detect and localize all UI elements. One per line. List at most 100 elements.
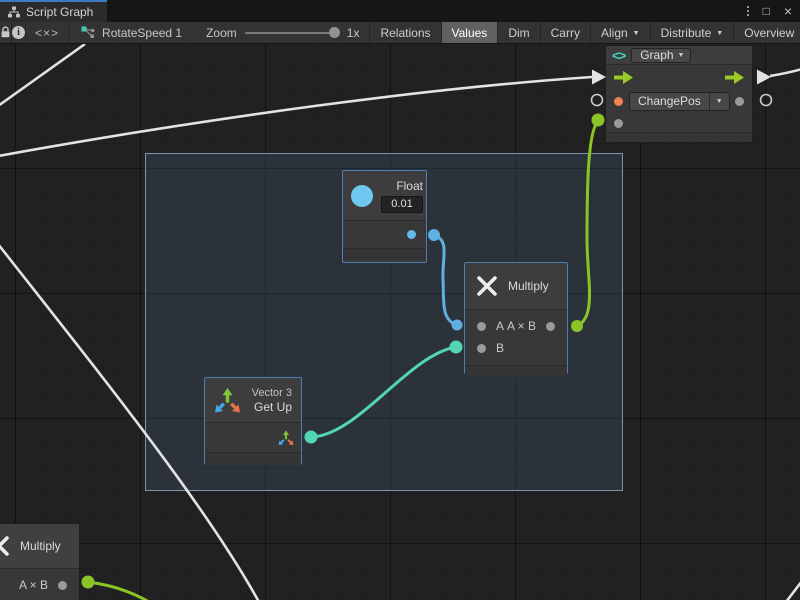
flow-arrow-right <box>757 70 771 85</box>
zoom-label: Zoom <box>206 26 237 40</box>
node-title: Vector 3 <box>252 387 292 399</box>
distribute-button[interactable]: Distribute ▼ <box>650 22 734 43</box>
relations-button[interactable]: Relations <box>369 22 440 43</box>
input-port-a[interactable] <box>477 322 486 331</box>
zoom-value: 1x <box>347 26 360 40</box>
node-body <box>343 221 426 249</box>
node-title: Multiply <box>508 279 549 293</box>
port-out-label: A × B <box>19 578 48 592</box>
wire-green-bottom <box>88 582 149 600</box>
overview-label: Overview <box>744 26 794 40</box>
graph-dropdown[interactable]: Graph ▼ <box>631 48 691 63</box>
values-button[interactable]: Values <box>441 22 498 43</box>
node-footer <box>343 249 426 260</box>
dim-button[interactable]: Dim <box>497 22 539 43</box>
script-graph-icon <box>8 6 20 18</box>
carry-label: Carry <box>551 26 580 40</box>
graph-code-icon: <> <box>612 48 625 63</box>
node-header: Multiply <box>0 524 79 569</box>
node-multiply[interactable]: Multiply A A × B B <box>464 262 568 374</box>
graph-breadcrumb[interactable]: RotateSpeed 1 <box>69 22 192 43</box>
caret-down-icon: ▼ <box>678 49 691 62</box>
float-output-port[interactable] <box>407 230 416 239</box>
vector3-icon <box>214 387 241 414</box>
node-footer <box>205 453 301 465</box>
tab-title: Script Graph <box>26 5 93 19</box>
values-label: Values <box>452 26 488 40</box>
node-float[interactable]: Float 0.01 <box>342 170 427 263</box>
port-circle-right <box>761 95 772 106</box>
flow-input-arrow-icon[interactable] <box>614 71 633 84</box>
node-body: ChangePos ▼ <box>606 65 752 133</box>
wire-end-dot-green <box>82 576 95 589</box>
port-b-label: B <box>496 341 504 355</box>
graph-dropdown-label: Graph <box>632 48 677 62</box>
node-header: <> Graph ▼ <box>606 46 752 65</box>
float-icon <box>351 185 373 207</box>
vector3-output-port[interactable] <box>278 430 294 446</box>
code-view-button[interactable]: <×> <box>26 22 69 43</box>
dim-label: Dim <box>508 26 529 40</box>
node-graph-icon <box>81 26 95 40</box>
node-header: Float 0.01 <box>343 171 426 221</box>
close-icon[interactable]: × <box>784 3 792 19</box>
node-multiply-2[interactable]: Multiply A A × B <box>0 523 80 600</box>
node-footer <box>465 366 567 377</box>
graph-canvas[interactable]: <> Graph ▼ Change <box>0 44 800 600</box>
node-vector3-get-up[interactable]: Vector 3 Get Up <box>204 377 302 465</box>
node-header: Vector 3 Get Up <box>205 378 301 423</box>
multiply-icon <box>475 274 499 298</box>
wire-white-to-event-input <box>0 77 592 156</box>
distribute-label: Distribute <box>661 26 712 40</box>
float-value-field[interactable]: 0.01 <box>381 196 423 213</box>
relations-label: Relations <box>380 26 430 40</box>
node-title: Float <box>396 179 423 193</box>
value-input-port-2[interactable] <box>614 119 623 128</box>
node-subtitle: Get Up <box>254 400 292 414</box>
port-a-label: A <box>496 319 504 333</box>
wire-end-dot-green <box>592 114 605 127</box>
value-output-port[interactable] <box>735 97 744 106</box>
node-body: A A × B B <box>465 310 567 366</box>
output-port[interactable] <box>546 322 555 331</box>
window-menu-icon[interactable] <box>747 6 749 16</box>
info-button[interactable]: i <box>12 22 26 43</box>
flow-output-arrow-icon[interactable] <box>725 71 744 84</box>
zoom-control: Zoom 1x <box>192 22 367 43</box>
caret-down-icon: ▼ <box>716 30 723 37</box>
align-label: Align <box>601 26 628 40</box>
overview-button[interactable]: Overview <box>733 22 800 43</box>
port-out-label: A × B <box>507 319 536 333</box>
graph-name-label: RotateSpeed 1 <box>102 26 182 40</box>
flow-arrow-left <box>592 70 606 85</box>
wire-white-topleft <box>0 44 85 106</box>
value-input-port[interactable] <box>614 97 623 106</box>
window-controls: □ × <box>747 0 800 22</box>
node-header: Multiply <box>465 263 567 310</box>
tab-bar: Script Graph □ × <box>0 0 800 22</box>
change-pos-label: ChangePos <box>630 94 709 108</box>
wire-white-from-event-output <box>770 69 800 76</box>
node-body: A A × B <box>0 569 79 600</box>
info-icon: i <box>12 26 25 39</box>
lock-icon <box>0 26 11 39</box>
output-port[interactable] <box>58 581 67 590</box>
lock-button[interactable] <box>0 22 12 43</box>
port-circle-left <box>592 95 603 106</box>
zoom-slider[interactable] <box>245 32 339 34</box>
maximize-icon[interactable]: □ <box>763 4 770 18</box>
zoom-slider-handle[interactable] <box>329 27 340 38</box>
caret-down-icon: ▼ <box>709 93 729 110</box>
tab-script-graph[interactable]: Script Graph <box>0 0 107 22</box>
script-graph-window: Script Graph □ × i <×> <box>0 0 800 600</box>
node-change-pos-event[interactable]: <> Graph ▼ Change <box>605 45 753 143</box>
multiply-icon <box>0 534 11 558</box>
node-footer <box>606 133 752 142</box>
input-port-b[interactable] <box>477 344 486 353</box>
align-button[interactable]: Align ▼ <box>590 22 650 43</box>
change-pos-dropdown[interactable]: ChangePos ▼ <box>629 92 730 111</box>
toolbar-buttons: Relations Values Dim Carry Align ▼ Distr… <box>369 22 800 43</box>
graph-toolbar: i <×> RotateSpeed 1 Zoom 1x <box>0 22 800 44</box>
carry-button[interactable]: Carry <box>540 22 590 43</box>
node-body <box>205 423 301 453</box>
